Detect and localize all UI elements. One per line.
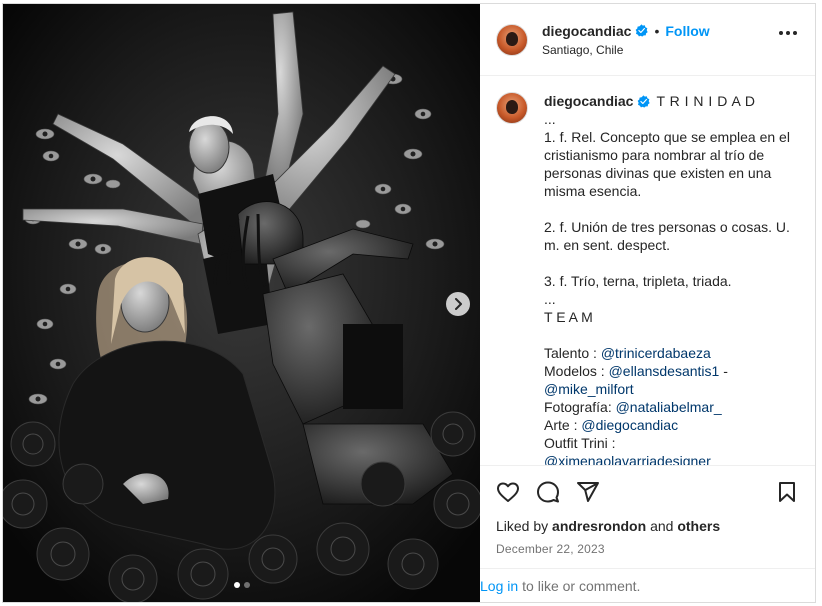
caption-title: T R I N I D A D — [656, 93, 756, 109]
credit-line: Outfit Trini : — [544, 435, 616, 451]
header-username[interactable]: diegocandiac — [542, 23, 631, 39]
mention-link[interactable]: @nataliabelmar_ — [616, 399, 722, 415]
post-photo — [3, 4, 480, 602]
login-bar: Log in to like or comment. — [480, 568, 815, 602]
mention-link[interactable]: @diegocandiac — [581, 417, 678, 433]
credit-line: Fotografía: @nataliabelmar_ — [544, 399, 722, 415]
verified-badge-icon — [635, 24, 649, 37]
caption-line: 3. f. Trío, terna, tripleta, triada. — [544, 273, 732, 289]
likes-summary: Liked by andresrondon and others — [496, 518, 721, 534]
caption-line — [544, 200, 799, 218]
mention-link[interactable]: @ximenaolavarriadesigner — [544, 453, 711, 465]
caption: diegocandiac T R I N I D A D ... 1. f. R… — [496, 92, 799, 465]
login-link[interactable]: Log in — [480, 578, 518, 594]
liked-by-others[interactable]: others — [677, 518, 720, 534]
comment-icon[interactable] — [536, 480, 560, 504]
avatar[interactable] — [496, 23, 528, 56]
share-icon[interactable] — [576, 480, 600, 504]
caption-line: T E A M — [544, 309, 593, 325]
login-text: to like or comment. — [522, 577, 641, 594]
credit-line: @ximenaolavarriadesigner — [544, 452, 799, 465]
caption-line: ... — [544, 291, 556, 307]
credit-line: Arte : @diegocandiac — [544, 417, 679, 433]
mention-link[interactable]: @trinicerdabaeza — [601, 345, 711, 361]
caption-line: 1. f. Rel. Concepto que se emplea en el … — [544, 129, 790, 199]
carousel-next-button[interactable] — [446, 292, 470, 316]
caption-line — [544, 326, 799, 344]
caption-line — [544, 254, 799, 272]
caption-text: ... 1. f. Rel. Concepto que se emplea en… — [544, 110, 799, 465]
post-date[interactable]: December 22, 2023 — [496, 542, 799, 556]
post-header: diegocandiac • Follow Santiago, Chile — [480, 4, 815, 76]
liked-by-user[interactable]: andresrondon — [552, 518, 646, 534]
caption-username[interactable]: diegocandiac — [544, 92, 633, 110]
bookmark-icon[interactable] — [775, 480, 799, 504]
caption-line: 2. f. Unión de tres personas o cosas. U.… — [544, 219, 790, 253]
verified-badge-icon — [637, 94, 651, 108]
post-sidebar: diegocandiac • Follow Santiago, Chile di… — [480, 4, 815, 602]
post-media[interactable] — [3, 4, 480, 602]
action-bar — [496, 466, 799, 518]
credit-line: Talento : @trinicerdabaeza — [544, 345, 711, 361]
more-options-icon[interactable] — [779, 31, 797, 35]
chevron-right-icon — [455, 298, 462, 310]
comments-section: diegocandiac T R I N I D A D ... 1. f. R… — [480, 76, 815, 465]
header-separator: • — [654, 22, 660, 39]
mention-link[interactable]: @mike_milfort — [544, 381, 634, 397]
mention-link[interactable]: @ellansdesantis1 — [609, 363, 720, 379]
heart-icon[interactable] — [496, 480, 520, 504]
post-location[interactable]: Santiago, Chile — [542, 43, 710, 57]
credit-line: Modelos : @ellansdesantis1 - @mike_milfo… — [544, 363, 728, 397]
actions-area: Liked by andresrondon and others Decembe… — [480, 465, 815, 568]
follow-button[interactable]: Follow — [665, 23, 709, 39]
instagram-post: diegocandiac • Follow Santiago, Chile di… — [2, 3, 816, 603]
caption-avatar[interactable] — [496, 92, 528, 124]
carousel-dot — [243, 582, 250, 588]
carousel-dot-active — [233, 582, 240, 588]
caption-line: ... — [544, 111, 556, 127]
carousel-indicator — [3, 582, 480, 588]
